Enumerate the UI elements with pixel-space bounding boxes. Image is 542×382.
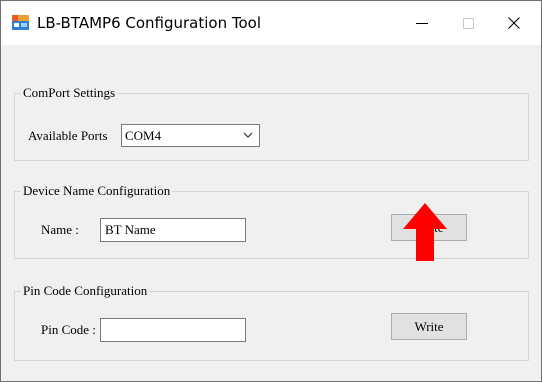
chevron-down-icon — [243, 132, 253, 138]
comport-settings-legend: ComPort Settings — [21, 85, 118, 101]
pin-code-field[interactable] — [100, 318, 246, 342]
app-window: LB-BTAMP6 Configuration Tool ComPort Set… — [0, 0, 542, 382]
selected-port-value: COM4 — [125, 128, 162, 143]
pin-code-label: Pin Code : — [41, 322, 96, 337]
device-name-input[interactable] — [101, 219, 245, 241]
close-icon — [508, 17, 520, 29]
pin-code-legend: Pin Code Configuration — [21, 283, 150, 299]
available-ports-label: Available Ports — [28, 128, 108, 143]
minimize-button[interactable] — [399, 1, 445, 45]
minimize-icon — [416, 23, 428, 24]
name-label: Name : — [41, 222, 79, 237]
title-bar[interactable]: LB-BTAMP6 Configuration Tool — [1, 1, 541, 45]
available-ports-select[interactable]: COM4 — [121, 124, 260, 147]
device-name-legend: Device Name Configuration — [21, 183, 173, 199]
comport-settings-group: ComPort Settings — [14, 85, 529, 161]
maximize-button[interactable] — [445, 1, 491, 45]
pin-code-input[interactable] — [101, 319, 245, 341]
window-title: LB-BTAMP6 Configuration Tool — [37, 14, 262, 32]
device-name-field[interactable] — [100, 218, 246, 242]
app-icon — [12, 15, 29, 30]
write-pin-code-button[interactable]: Write — [391, 313, 467, 340]
close-button[interactable] — [491, 1, 537, 45]
red-up-arrow — [403, 203, 447, 261]
maximize-icon — [462, 17, 474, 29]
